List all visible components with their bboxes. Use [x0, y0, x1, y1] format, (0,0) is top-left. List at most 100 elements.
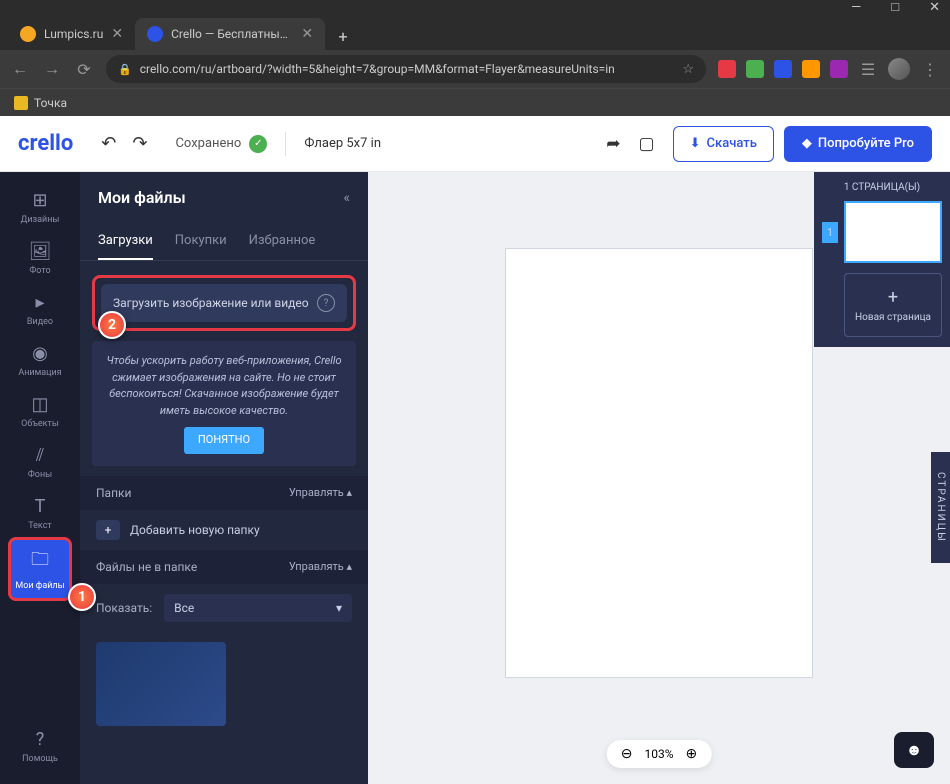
extension-icons: ☰ ⋮ — [718, 58, 940, 80]
files-section-header[interactable]: Файлы не в папке Управлять ▴ — [80, 550, 368, 584]
browser-tab[interactable]: Lumpics.ru ✕ — [8, 18, 135, 50]
document-title[interactable]: Флаер 5x7 in — [304, 136, 381, 151]
profile-avatar[interactable] — [888, 58, 910, 80]
maximize-button[interactable]: □ — [891, 0, 899, 15]
page-number: 1 — [822, 222, 838, 243]
browser-tab-active[interactable]: Crello — Бесплатный инструмен ✕ — [135, 18, 325, 50]
logo[interactable]: crello — [18, 131, 73, 156]
sidebar-tabs: Загрузки Покупки Избранное — [80, 223, 368, 261]
close-window-button[interactable]: ✕ — [929, 0, 940, 15]
undo-redo-group: ↶ ↷ — [101, 133, 147, 154]
bookmarks-bar: Точка — [0, 88, 950, 116]
extension-icon[interactable] — [830, 60, 848, 78]
filter-select[interactable]: Все ▾ — [164, 594, 352, 622]
pro-label: Попробуйте Pro — [818, 136, 914, 151]
new-tab-button[interactable]: + — [329, 22, 357, 50]
close-tab-icon[interactable]: ✕ — [111, 26, 123, 42]
new-page-label: Новая страница — [855, 312, 931, 323]
minimize-button[interactable]: — — [851, 0, 861, 15]
page-thumbnail[interactable]: 1 — [822, 201, 942, 263]
extension-icon[interactable] — [718, 60, 736, 78]
chat-button[interactable]: ☻ — [894, 732, 934, 768]
address-bar: ← → ⟳ 🔒 crello.com/ru/artboard/?width=5&… — [0, 50, 950, 88]
nav-label: Дизайны — [21, 215, 60, 225]
nav-backgrounds[interactable]: ⫽Фоны — [10, 437, 70, 488]
info-box: Чтобы ускорить работу веб-приложения, Cr… — [92, 341, 356, 466]
help-circle-icon[interactable]: ? — [317, 294, 335, 312]
extension-icon[interactable] — [774, 60, 792, 78]
text-icon: T — [35, 496, 46, 517]
new-page-button[interactable]: + Новая страница — [844, 273, 942, 337]
shapes-icon: ◫ — [31, 394, 48, 415]
bookmark-item[interactable]: Точка — [14, 96, 67, 110]
download-icon: ⬇ — [690, 136, 701, 151]
sidebar-title: Мои файлы — [98, 188, 186, 207]
nav-my-files[interactable]: 🗀Мои файлы — [10, 539, 70, 599]
tab-uploads[interactable]: Загрузки — [98, 223, 153, 260]
zoom-value: 103% — [644, 747, 673, 761]
zoom-out-button[interactable]: ⊖ — [621, 746, 633, 762]
nav-designs[interactable]: ⊞Дизайны — [10, 182, 70, 233]
diamond-icon: ◆ — [802, 136, 812, 151]
nav-label: Объекты — [21, 419, 59, 429]
star-icon[interactable]: ☆ — [682, 62, 694, 77]
nav-animation[interactable]: ◉Анимация — [10, 335, 70, 386]
callout-badge-1: 1 — [68, 583, 96, 611]
filter-row: Показать: Все ▾ — [80, 584, 368, 632]
extension-icon[interactable] — [802, 60, 820, 78]
nav-text[interactable]: TТекст — [10, 488, 70, 539]
add-folder-button[interactable]: + Добавить новую папку — [80, 510, 368, 550]
nav-objects[interactable]: ◫ Объекты — [10, 386, 70, 437]
sidebar-header: Мои файлы « — [80, 172, 368, 223]
manage-link[interactable]: Управлять ▴ — [289, 486, 352, 499]
reload-button[interactable]: ⟳ — [74, 60, 94, 79]
upload-button[interactable]: Загрузить изображение или видео ? — [101, 284, 347, 322]
show-label: Показать: — [96, 601, 152, 615]
nav-help[interactable]: ?Помощь — [10, 721, 70, 772]
close-tab-icon[interactable]: ✕ — [301, 26, 313, 42]
save-status: Сохранено ✓ — [175, 135, 267, 153]
forward-button[interactable]: → — [42, 59, 62, 79]
undo-button[interactable]: ↶ — [101, 133, 116, 154]
zoom-control: ⊖ 103% ⊕ — [607, 740, 712, 768]
divider — [285, 132, 286, 156]
tab-favicon-icon — [20, 26, 36, 42]
reading-list-icon[interactable]: ☰ — [858, 60, 878, 79]
folder-icon — [14, 96, 28, 110]
present-icon[interactable]: ▢ — [639, 134, 655, 154]
lock-icon: 🔒 — [118, 63, 132, 76]
manage-link[interactable]: Управлять ▴ — [289, 560, 352, 573]
share-icon[interactable]: ➦ — [606, 134, 620, 154]
nav-photo[interactable]: 🖼Фото — [10, 233, 70, 284]
sidebar-panel: Мои файлы « Загрузки Покупки Избранное З… — [80, 172, 368, 784]
hatch-icon: ⫽ — [36, 445, 44, 466]
folders-section-header[interactable]: Папки Управлять ▴ — [80, 476, 368, 510]
redo-button[interactable]: ↷ — [132, 133, 147, 154]
play-icon: ▸ — [35, 292, 44, 313]
tab-purchases[interactable]: Покупки — [175, 223, 227, 260]
filter-value: Все — [174, 601, 194, 615]
cloud-check-icon: ✓ — [249, 135, 267, 153]
window-titlebar: — □ ✕ — [0, 0, 950, 14]
files-label: Файлы не в папке — [96, 560, 197, 574]
pages-tab[interactable]: СТРАНИЦЫ — [931, 452, 950, 563]
target-icon: ◉ — [32, 343, 48, 364]
tab-favorites[interactable]: Избранное — [249, 223, 316, 260]
page-preview — [844, 201, 942, 263]
download-button[interactable]: ⬇ Скачать — [673, 126, 774, 162]
folder-plus-icon: + — [96, 520, 120, 540]
url-input[interactable]: 🔒 crello.com/ru/artboard/?width=5&height… — [106, 55, 706, 83]
try-pro-button[interactable]: ◆ Попробуйте Pro — [784, 126, 932, 162]
extension-icon[interactable] — [746, 60, 764, 78]
uploaded-file-thumb[interactable] — [96, 642, 226, 726]
ok-button[interactable]: ПОНЯТНО — [184, 427, 264, 454]
canvas[interactable] — [505, 248, 813, 678]
menu-icon[interactable]: ⋮ — [920, 60, 940, 79]
zoom-in-button[interactable]: ⊕ — [686, 746, 698, 762]
tab-title: Lumpics.ru — [44, 27, 103, 41]
nav-rail: ⊞Дизайны 🖼Фото ▸Видео ◉Анимация ◫ Объекты… — [0, 172, 80, 784]
chevron-down-icon: ▾ — [336, 601, 342, 615]
collapse-icon[interactable]: « — [343, 190, 350, 206]
back-button[interactable]: ← — [10, 59, 30, 79]
nav-video[interactable]: ▸Видео — [10, 284, 70, 335]
